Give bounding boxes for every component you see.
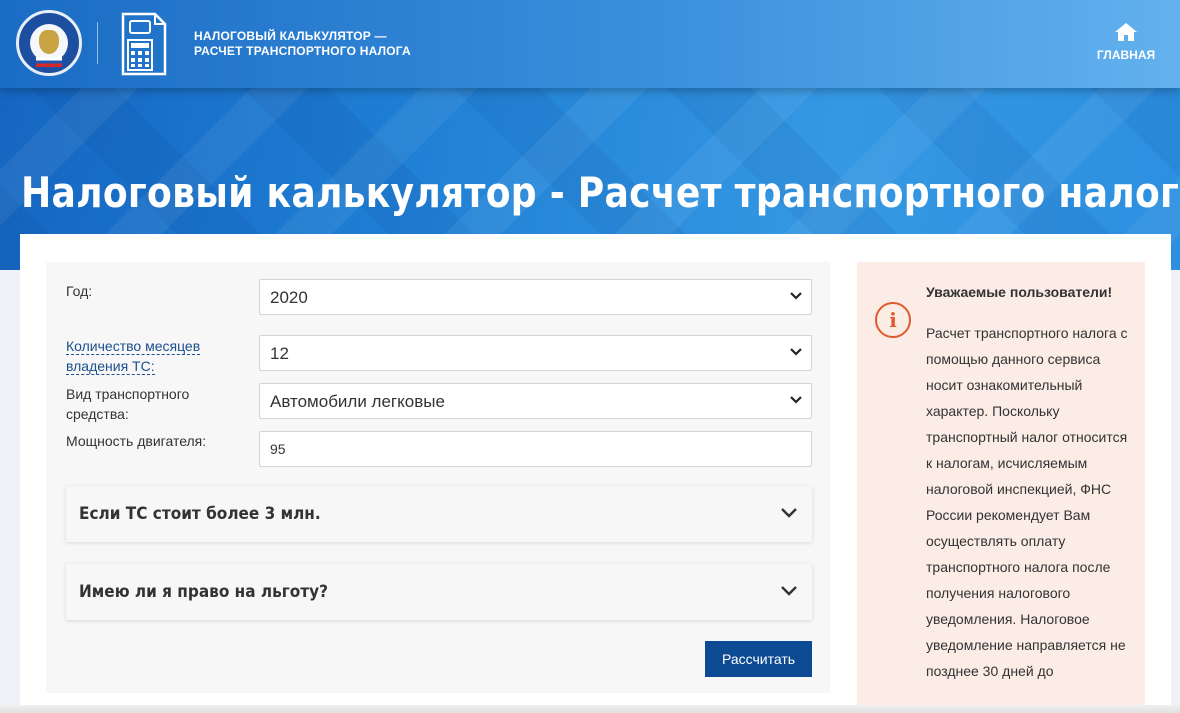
months-label[interactable]: Количество месяцев владения ТС: xyxy=(66,336,236,376)
months-value: 12 xyxy=(270,344,289,363)
year-select[interactable]: 2020 xyxy=(259,279,812,315)
engine-power-label: Мощность двигателя: xyxy=(66,433,207,449)
brand-title: НАЛОГОВЫЙ КАЛЬКУЛЯТОР — РАСЧЕТ ТРАНСПОРТ… xyxy=(194,29,411,59)
vehicle-type-select[interactable]: Автомобили легковые xyxy=(259,383,812,419)
brand-title-line1: НАЛОГОВЫЙ КАЛЬКУЛЯТОР — xyxy=(194,29,387,43)
notice-body: Расчет транспортного налога с помощью да… xyxy=(926,325,1128,679)
months-label-text: Количество месяцев владения ТС: xyxy=(66,338,201,375)
eagle-icon xyxy=(39,30,59,54)
top-bar: НАЛОГОВЫЙ КАЛЬКУЛЯТОР — РАСЧЕТ ТРАНСПОРТ… xyxy=(0,0,1180,88)
year-value: 2020 xyxy=(270,288,308,307)
flag-icon xyxy=(36,57,62,67)
accordion-expensive-vehicle[interactable]: Если ТС стоит более 3 млн. xyxy=(66,486,812,542)
chevron-down-icon xyxy=(781,508,797,518)
header-divider xyxy=(97,22,98,64)
info-icon: i xyxy=(875,302,911,338)
calculator-document-icon xyxy=(121,12,167,76)
chevron-down-icon xyxy=(781,586,797,596)
accordion-benefit-title: Имею ли я право на льготу? xyxy=(79,582,328,602)
chevron-down-icon xyxy=(790,292,802,300)
chevron-down-icon xyxy=(790,348,802,356)
fns-emblem-logo[interactable] xyxy=(16,10,82,76)
calculate-button[interactable]: Рассчитать xyxy=(705,641,812,677)
page-title: Налоговый калькулятор - Расчет транспорт… xyxy=(21,168,1180,217)
home-label: ГЛАВНАЯ xyxy=(1096,48,1156,62)
home-icon xyxy=(1115,23,1137,41)
chevron-down-icon xyxy=(790,396,802,404)
brand-title-line2: РАСЧЕТ ТРАНСПОРТНОГО НАЛОГА xyxy=(194,44,411,58)
vehicle-type-label: Вид транспортного средства: xyxy=(66,386,190,422)
home-link[interactable]: ГЛАВНАЯ xyxy=(1094,22,1158,62)
months-select[interactable]: 12 xyxy=(259,335,812,371)
notice-panel: i Уважаемые пользователи! Расчет транспо… xyxy=(857,262,1145,713)
accordion-tax-benefit[interactable]: Имею ли я право на льготу? xyxy=(66,564,812,620)
engine-power-input[interactable] xyxy=(259,431,812,467)
notice-title: Уважаемые пользователи! xyxy=(926,284,1113,300)
window-bottom-edge xyxy=(0,705,1180,713)
form-panel xyxy=(46,262,830,693)
vehicle-type-value: Автомобили легковые xyxy=(270,392,445,411)
accordion-expensive-title: Если ТС стоит более 3 млн. xyxy=(79,504,321,524)
year-label: Год: xyxy=(66,283,93,299)
